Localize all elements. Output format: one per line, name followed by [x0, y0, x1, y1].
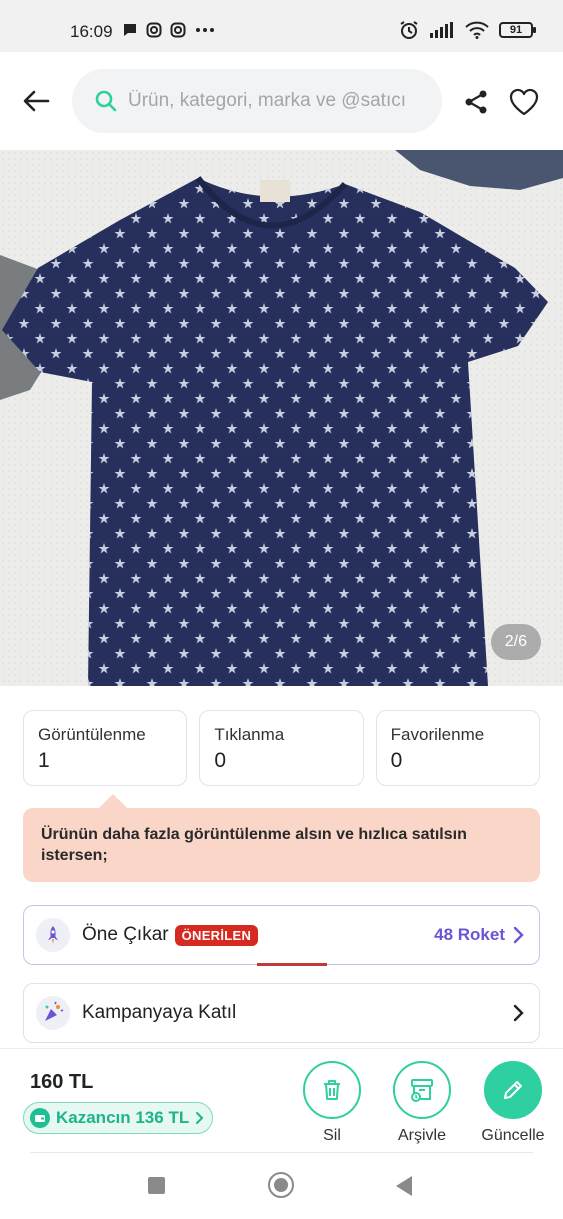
earnings-pill[interactable]: Kazancın 136 TL [23, 1102, 214, 1134]
chevron-right-icon [196, 1112, 204, 1124]
image-counter: 2/6 [490, 624, 541, 660]
status-time: 16:09 [70, 22, 113, 41]
update-circle[interactable] [484, 1061, 542, 1119]
wifi-icon [465, 21, 489, 39]
roket-price: 48 Roket [434, 925, 505, 944]
battery-icon: 91 [499, 22, 536, 38]
bottom-action-bar: 160 TL Kazancın 136 TL Sil Arşivle Günce… [0, 1048, 563, 1152]
system-nav-bar [0, 1153, 563, 1219]
product-image-carousel[interactable]: 2/6 [0, 150, 563, 686]
delete-button[interactable]: Sil [297, 1061, 367, 1145]
more-dots-icon [196, 28, 214, 32]
campaign-chevron-group [513, 984, 525, 1042]
stat-favorites: Favorilenme 0 [375, 710, 540, 786]
update-label: Güncelle [481, 1127, 545, 1144]
earnings-text: Kazancın 136 TL [56, 1108, 190, 1127]
search-input[interactable] [128, 90, 428, 112]
campaign-row[interactable]: Kampanyaya Katıl [23, 983, 540, 1043]
delete-circle[interactable] [303, 1061, 361, 1119]
update-button[interactable]: Güncelle [478, 1061, 548, 1145]
signal-icon [430, 22, 453, 38]
promote-underline [257, 963, 327, 966]
stats-row: Görüntülenme 1 Tıklanma 0 Favorilenme 0 [23, 710, 540, 786]
promote-title: Öne Çıkar [82, 924, 169, 945]
stat-value: 1 [38, 749, 50, 772]
chevron-right-icon [513, 1004, 524, 1022]
stat-value: 0 [390, 749, 403, 772]
promote-row[interactable]: Öne Çıkar ÖNERİLEN 48 Roket [23, 905, 540, 966]
rocket-icon [36, 918, 70, 952]
product-price: 160 TL [30, 1071, 94, 1093]
stat-label: Favorilenme [390, 725, 485, 744]
stat-label: Tıklanma [214, 725, 285, 744]
recent-apps-icon[interactable] [148, 1177, 165, 1194]
status-notification-icons [122, 22, 216, 38]
chat-bubble-icon [124, 24, 136, 36]
instagram-icon [170, 22, 186, 38]
heart-icon[interactable] [508, 86, 540, 118]
recommended-badge: ÖNERİLEN [174, 924, 259, 946]
stat-value: 0 [214, 749, 227, 772]
chevron-right-icon [513, 926, 524, 944]
trash-icon [324, 1080, 340, 1100]
status-system-icons: 91 [399, 20, 536, 40]
promotion-tip: Ürünün daha fazla görüntülenme alsın ve … [23, 794, 540, 882]
status-bar: 16:09 91 [0, 0, 563, 52]
alarm-icon [400, 21, 418, 39]
archive-button[interactable]: Arşivle [387, 1061, 457, 1145]
pencil-icon [504, 1081, 522, 1099]
instagram-icon [146, 22, 162, 38]
search-icon [95, 90, 117, 112]
stat-views: Görüntülenme 1 [23, 710, 188, 786]
campaign-title: Kampanyaya Katıl [82, 1002, 237, 1023]
product-photo [0, 150, 563, 686]
promote-price-group: 48 Roket [434, 906, 525, 964]
back-arrow-icon[interactable] [20, 85, 52, 117]
archive-circle[interactable] [393, 1061, 451, 1119]
search-bar[interactable] [72, 69, 442, 133]
archive-icon [411, 1079, 433, 1102]
top-app-bar [0, 52, 563, 150]
home-icon[interactable] [268, 1172, 294, 1198]
campaign-icon [36, 996, 70, 1030]
delete-label: Sil [323, 1127, 341, 1144]
archive-label: Arşivle [397, 1127, 446, 1144]
stat-label: Görüntülenme [38, 725, 146, 744]
wallet-icon [30, 1108, 50, 1128]
share-icon[interactable] [462, 88, 490, 116]
stat-clicks: Tıklanma 0 [199, 710, 364, 786]
nav-back-icon[interactable] [396, 1176, 412, 1196]
